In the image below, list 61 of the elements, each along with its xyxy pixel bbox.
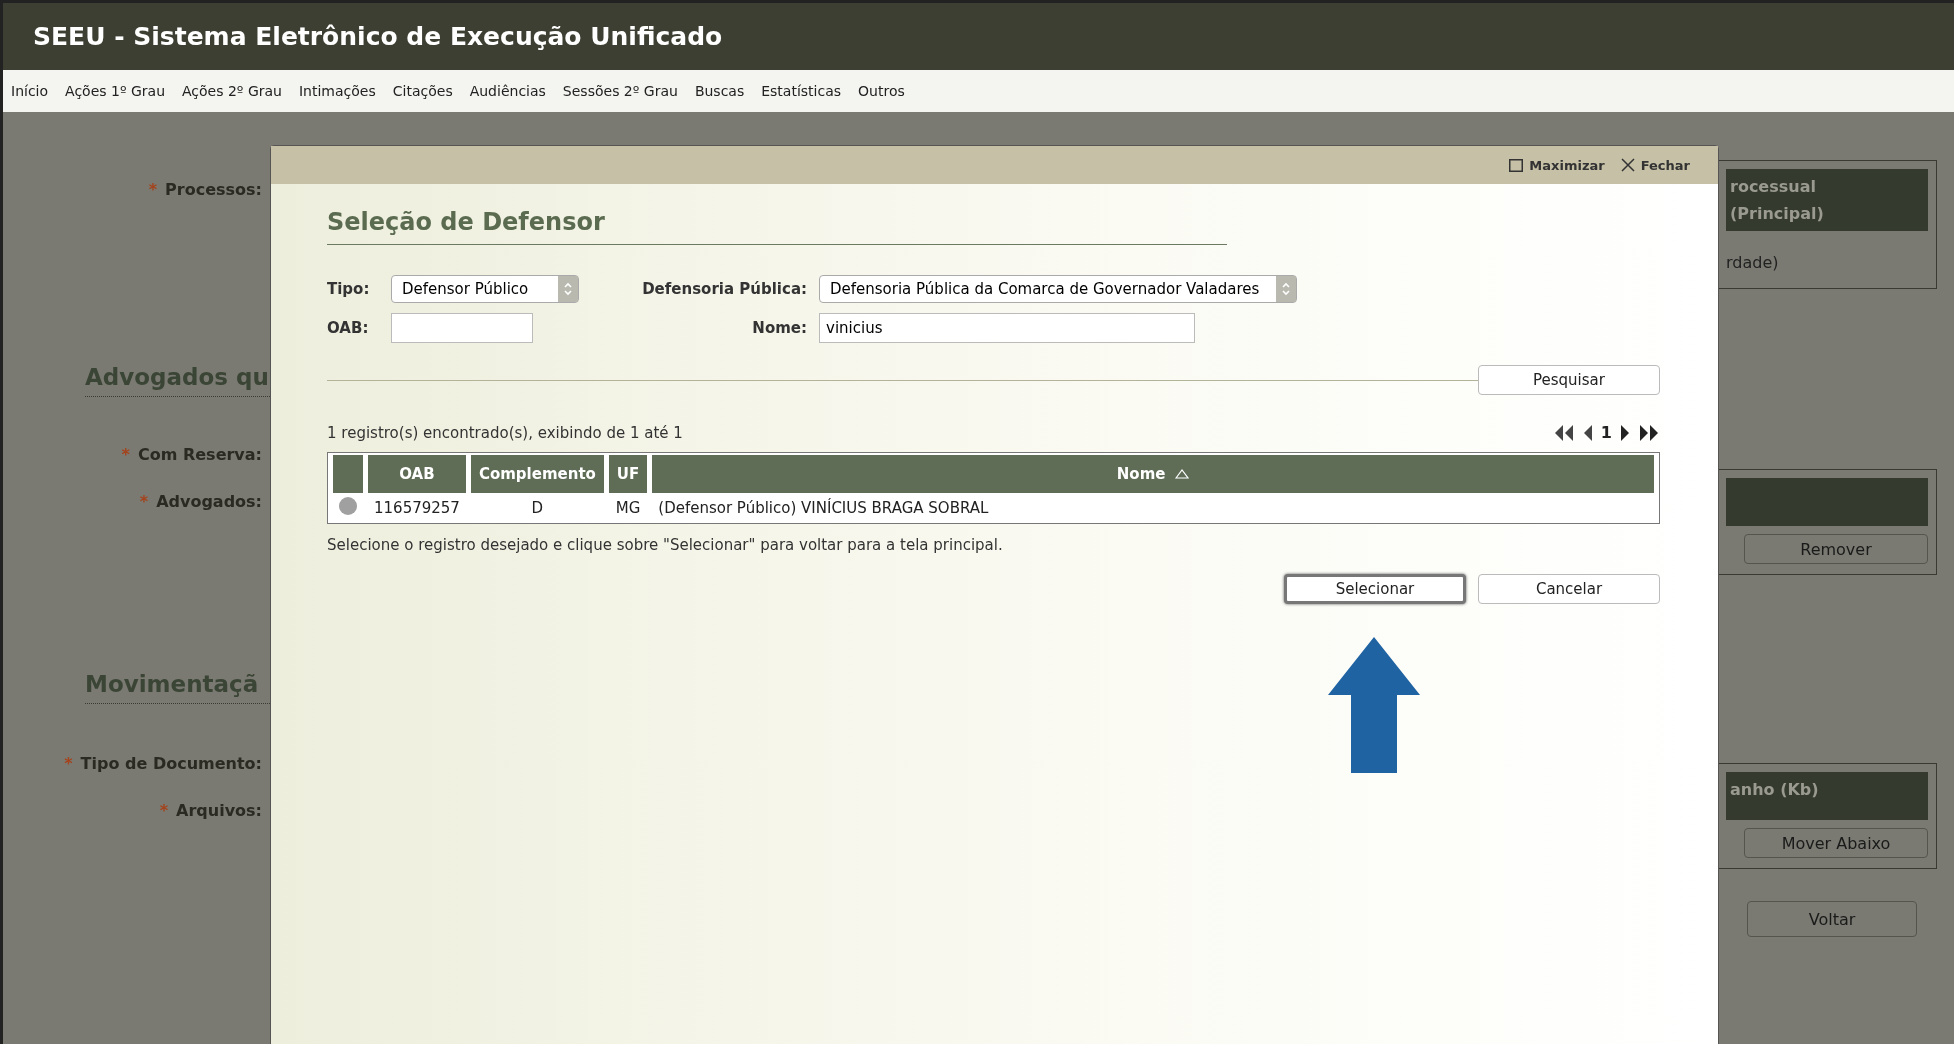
stepper-icon xyxy=(563,281,573,297)
close-icon xyxy=(1620,158,1635,172)
close-link[interactable]: Fechar xyxy=(1620,157,1690,173)
menu-item[interactable]: Citações xyxy=(392,83,453,99)
table-cell-text: D xyxy=(530,498,545,519)
list-header: rocessual (Principal) xyxy=(1726,169,1928,231)
field-label: Processos: xyxy=(165,180,262,199)
required-asterisk: * xyxy=(64,754,73,773)
results-summary: 1 registro(s) encontrado(s), exibindo de 1 até 1 xyxy=(327,423,683,442)
dialog-title: Seleção de Defensor xyxy=(327,208,1227,245)
app-title: SEEU - Sistema Eletrônico de Execução Unificado xyxy=(33,22,723,51)
tipo-select[interactable]: Defensor Público xyxy=(391,275,579,303)
column-header[interactable]: UF xyxy=(608,455,648,493)
menu-item[interactable]: Intimações xyxy=(299,83,376,99)
previous-page-icon[interactable] xyxy=(1582,424,1593,441)
defensoria-select[interactable]: Defensoria Pública da Comarca de Governador Valadares xyxy=(819,275,1297,303)
page-number[interactable]: 1 xyxy=(1600,423,1612,442)
column-header[interactable]: Nome xyxy=(652,455,1654,493)
menu-item[interactable]: Audiências xyxy=(469,83,546,99)
required-asterisk: * xyxy=(139,492,149,511)
field-label: Tipo: xyxy=(327,280,371,298)
radio-button[interactable] xyxy=(339,497,357,515)
search-button[interactable]: Pesquisar xyxy=(1478,365,1660,395)
required-asterisk: * xyxy=(121,445,130,464)
field-label: Tipo de Documento: xyxy=(80,754,262,773)
next-page-icon[interactable] xyxy=(1620,424,1630,441)
stepper-icon xyxy=(1281,281,1291,297)
menu-item[interactable]: Sessões 2º Grau xyxy=(562,83,678,99)
list-header: anho (Kb) xyxy=(1726,772,1928,820)
oab-input[interactable] xyxy=(391,313,533,343)
instruction-text: Selecione o registro desejado e clique sobre "Selecionar" para voltar para a tela principal. xyxy=(327,536,1004,554)
maximize-link[interactable]: Maximizar xyxy=(1509,157,1605,173)
field-label: Advogados: xyxy=(156,492,262,511)
field-label: Com Reserva: xyxy=(137,445,262,464)
field-label: Arquivos: xyxy=(176,801,262,820)
table-header xyxy=(333,455,363,493)
field-label: Defensoria Pública: xyxy=(641,280,808,298)
dialog-button[interactable]: Cancelar xyxy=(1478,574,1660,604)
back-button[interactable]: Voltar xyxy=(1747,901,1917,937)
menu-item[interactable]: Ações 2º Grau xyxy=(182,83,282,99)
dialog-button[interactable]: Selecionar xyxy=(1284,574,1466,604)
table-cell-text: (Defensor Público) VINÍCIUS BRAGA SOBRAL xyxy=(657,497,990,519)
menu-item[interactable]: Início xyxy=(11,83,49,99)
panel-button[interactable]: Mover Abaixo xyxy=(1744,828,1928,858)
table-cell-text: MG xyxy=(614,498,642,519)
panel-button[interactable]: Remover xyxy=(1744,534,1928,564)
menu-item[interactable]: Buscas xyxy=(694,83,745,99)
nome-input[interactable]: vinicius xyxy=(819,313,1195,343)
field-label: Nome: xyxy=(751,319,808,337)
column-header[interactable]: Complemento xyxy=(470,455,604,493)
last-page-icon[interactable] xyxy=(1638,424,1660,441)
list-text: rdade) xyxy=(1726,252,1780,274)
table-cell-text: 116579257 xyxy=(373,498,461,519)
menu-item[interactable]: Ações 1º Grau xyxy=(65,83,165,99)
field-label: OAB: xyxy=(327,319,370,337)
column-header[interactable]: OAB xyxy=(368,455,466,493)
menu-item[interactable]: Outros xyxy=(858,83,905,99)
required-asterisk: * xyxy=(159,801,169,820)
maximize-icon xyxy=(1509,158,1524,172)
required-asterisk: * xyxy=(148,180,158,199)
menu-item[interactable]: Estatísticas xyxy=(761,83,842,99)
